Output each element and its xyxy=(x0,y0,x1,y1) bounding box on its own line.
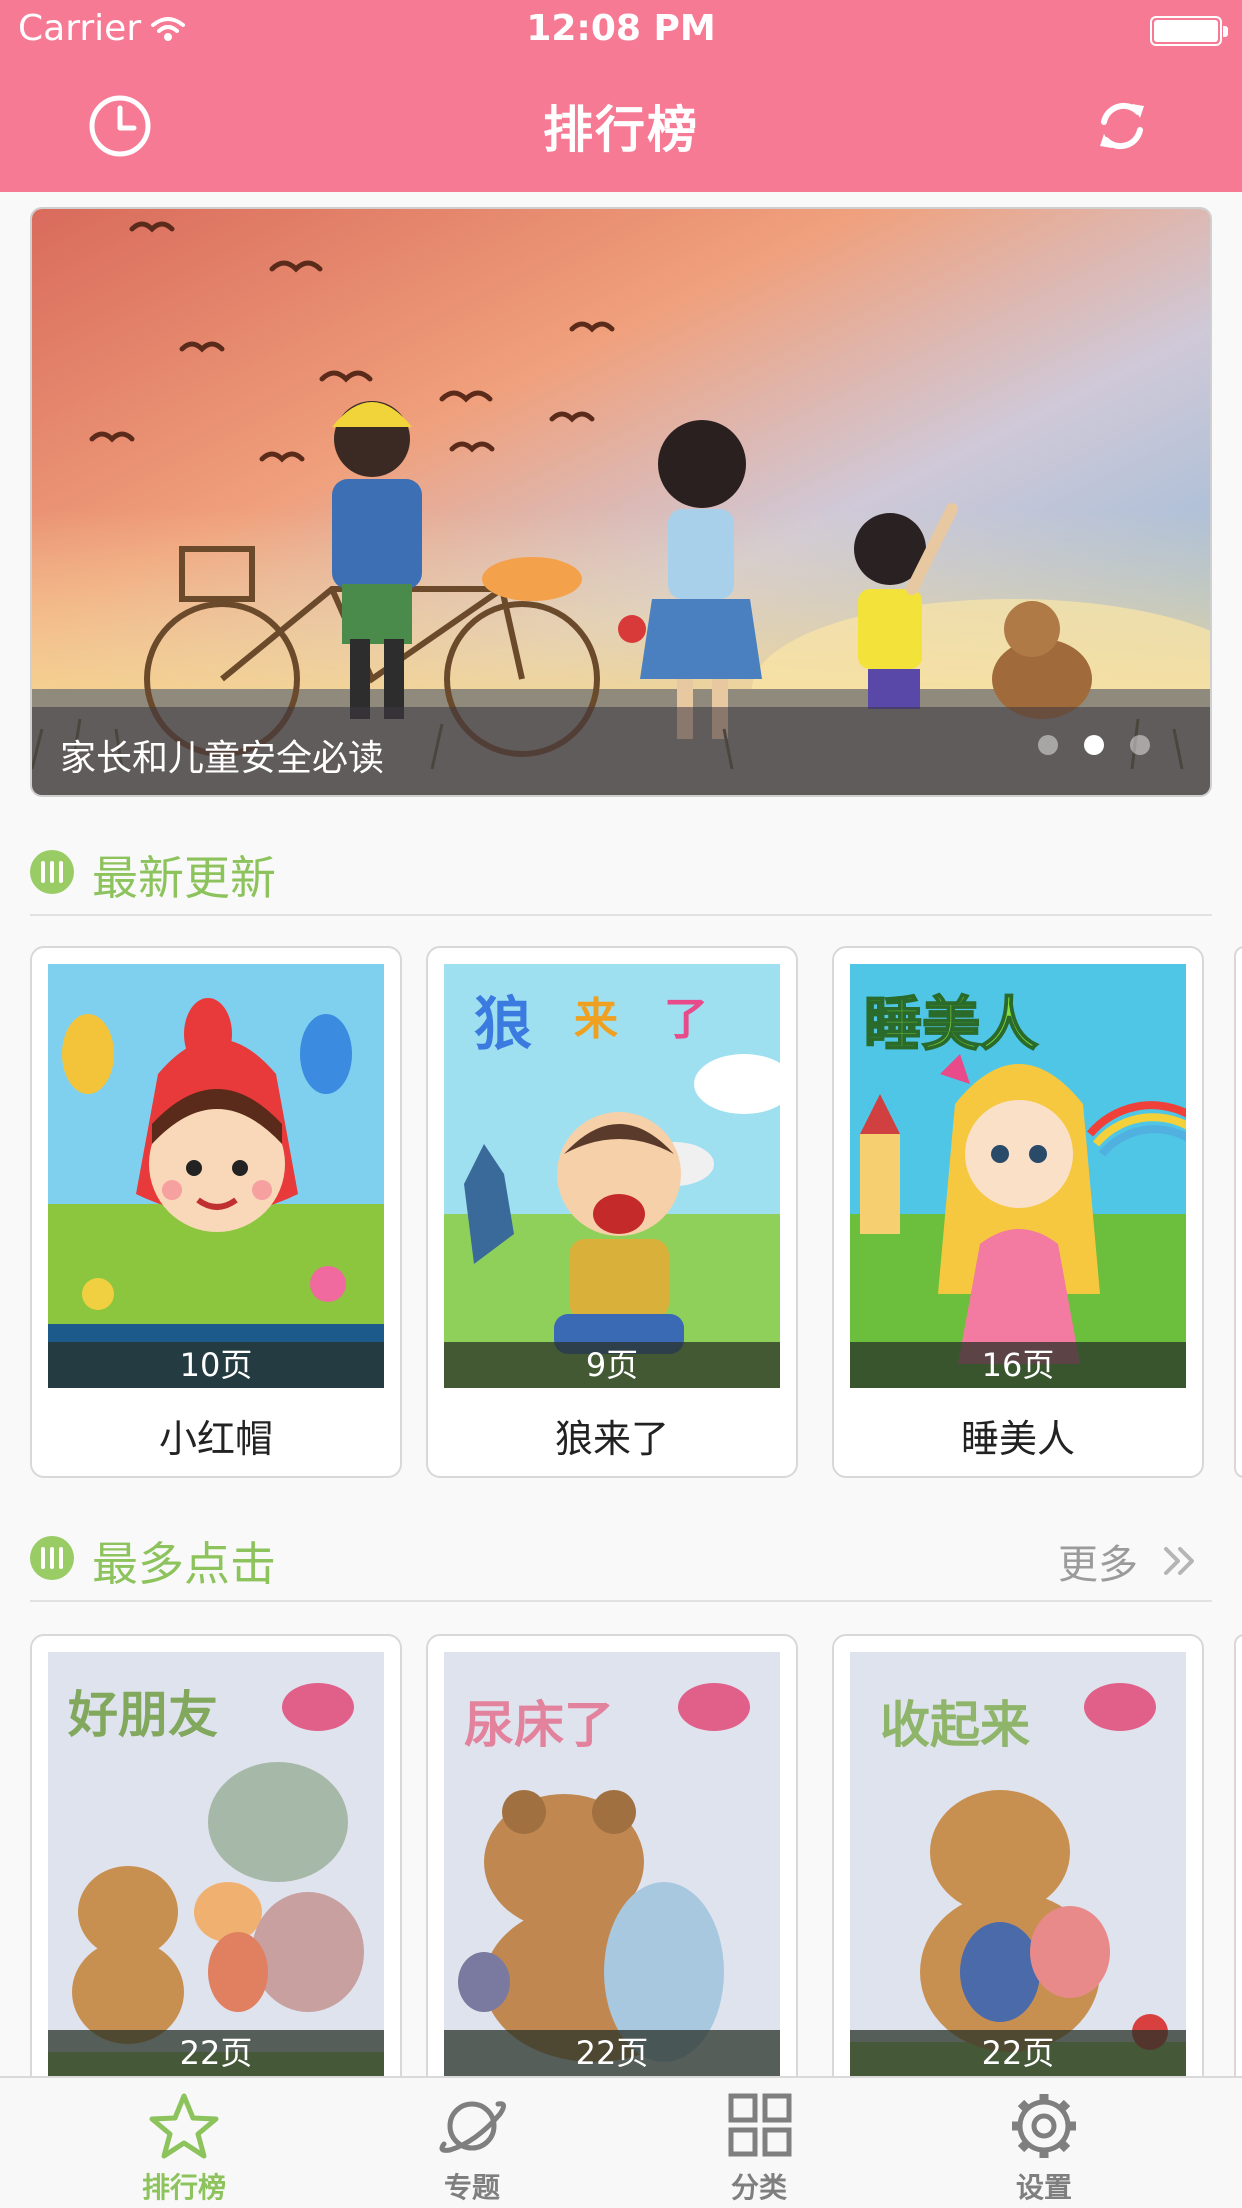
svg-text:尿床了: 尿床了 xyxy=(464,1696,614,1754)
page-count-label: 9页 xyxy=(444,1342,780,1388)
book-cover: 收起来 22页 xyxy=(850,1652,1186,2076)
more-button[interactable]: 更多 xyxy=(1058,1532,1198,1590)
book-cover-image xyxy=(48,964,384,1388)
top-bar: Carrier 12:08 PM 排行榜 xyxy=(0,0,1242,192)
svg-text:来: 来 xyxy=(574,994,618,1045)
section-title: 最多点击 xyxy=(92,1537,276,1591)
page-dot[interactable] xyxy=(1130,735,1150,755)
section-bars-icon xyxy=(30,1536,74,1580)
book-cover-image: 狼 来 了 xyxy=(444,964,780,1388)
book-cover-image: 收起来 xyxy=(850,1652,1186,2076)
book-card[interactable]: 10页 小红帽 xyxy=(30,946,402,1478)
tab-label: 专题 xyxy=(443,2171,500,2204)
svg-text:收起来: 收起来 xyxy=(880,1696,1030,1754)
tab-label: 排行榜 xyxy=(141,2171,226,2204)
tab-topics[interactable]: 专题 xyxy=(372,2078,572,2208)
book-cover: 睡美人 16页 xyxy=(850,964,1186,1388)
more-label: 更多 xyxy=(1058,1542,1138,1588)
book-cover: 好朋友 22页 xyxy=(48,1652,384,2076)
gear-icon xyxy=(1012,2094,1076,2158)
book-card[interactable]: 睡美人 16页 睡美人 xyxy=(832,946,1204,1478)
tab-bar: 排行榜 专题 分类 设置 xyxy=(0,2076,1242,2208)
book-cover-image: 尿床了 xyxy=(444,1652,780,2076)
section-header-latest: 最新更新 xyxy=(30,836,1212,916)
battery-icon xyxy=(1150,16,1228,46)
tab-ranking[interactable]: 排行榜 xyxy=(84,2078,284,2208)
nav-bar: 排行榜 xyxy=(0,60,1242,192)
grid-icon xyxy=(728,2093,792,2157)
book-cover-image: 睡美人 xyxy=(850,964,1186,1388)
book-card[interactable]: 狼 来 了 9页 狼来了 xyxy=(426,946,798,1478)
book-title: 睡美人 xyxy=(960,1417,1075,1461)
book-card-peek[interactable] xyxy=(1234,946,1242,1478)
star-icon xyxy=(149,2093,219,2159)
section-bars-icon xyxy=(30,850,74,894)
tab-label: 分类 xyxy=(730,2171,787,2204)
status-time: 12:08 PM xyxy=(526,8,716,49)
svg-text:了: 了 xyxy=(664,994,708,1045)
banner-page-indicator[interactable] xyxy=(1038,735,1150,755)
section-title: 最新更新 xyxy=(92,851,276,905)
book-cover-image: 好朋友 xyxy=(48,1652,384,2076)
banner-caption: 家长和儿童安全必读 xyxy=(32,707,1210,795)
tab-settings[interactable]: 设置 xyxy=(944,2078,1144,2208)
book-cover: 狼 来 了 9页 xyxy=(444,964,780,1388)
banner-caption-text: 家长和儿童安全必读 xyxy=(60,738,385,779)
page-title: 排行榜 xyxy=(543,101,699,159)
book-cover: 10页 xyxy=(48,964,384,1388)
page-count-label: 22页 xyxy=(48,2030,384,2076)
planet-icon xyxy=(439,2101,506,2153)
svg-text:狼: 狼 xyxy=(474,990,532,1058)
book-cover: 尿床了 22页 xyxy=(444,1652,780,2076)
page-count-label: 16页 xyxy=(850,1342,1186,1388)
book-title: 小红帽 xyxy=(158,1417,273,1461)
refresh-button[interactable] xyxy=(1086,90,1158,162)
featured-banner[interactable]: 家长和儿童安全必读 xyxy=(30,207,1212,797)
page-count-label: 10页 xyxy=(48,1342,384,1388)
tab-categories[interactable]: 分类 xyxy=(659,2078,859,2208)
svg-text:睡美人: 睡美人 xyxy=(864,990,1038,1058)
page-count-label: 22页 xyxy=(850,2030,1186,2076)
book-title: 狼来了 xyxy=(554,1417,669,1461)
page-dot-active[interactable] xyxy=(1084,735,1104,755)
page-count-label: 22页 xyxy=(444,2030,780,2076)
refresh-icon xyxy=(1100,102,1144,150)
double-chevron-right-icon xyxy=(1164,1547,1194,1575)
page-dot[interactable] xyxy=(1038,735,1058,755)
status-bar: Carrier 12:08 PM xyxy=(0,0,1242,60)
section-header-popular: 最多点击 更多 xyxy=(30,1522,1212,1602)
svg-text:好朋友: 好朋友 xyxy=(67,1686,218,1744)
tab-label: 设置 xyxy=(1015,2171,1072,2204)
